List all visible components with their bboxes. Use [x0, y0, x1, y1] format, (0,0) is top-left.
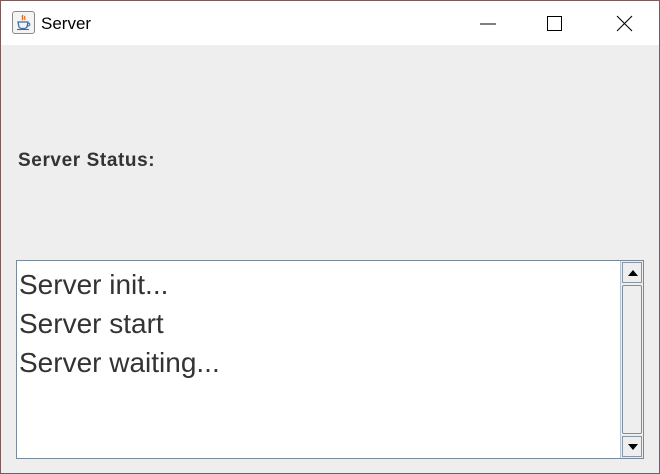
- window-title: Server: [41, 14, 92, 33]
- minimize-button[interactable]: [465, 1, 511, 45]
- arrow-up-icon: [628, 270, 638, 276]
- java-cup-icon[interactable]: [12, 11, 35, 34]
- scroll-down-button[interactable]: [622, 436, 642, 457]
- maximize-button[interactable]: [531, 1, 577, 45]
- server-log-textarea[interactable]: Server init... Server start Server waiti…: [16, 260, 644, 459]
- arrow-down-icon: [628, 444, 638, 450]
- log-line: Server waiting...: [19, 347, 220, 378]
- vertical-scrollbar[interactable]: [620, 261, 643, 458]
- scroll-up-button[interactable]: [622, 262, 642, 283]
- server-status-label: Server Status:: [18, 150, 156, 171]
- minimize-icon: [480, 23, 496, 25]
- server-window: Server Server Status: Server init... Ser…: [0, 0, 660, 474]
- log-line: Server init...: [19, 269, 169, 300]
- close-button[interactable]: [601, 1, 647, 45]
- maximize-icon: [547, 16, 562, 31]
- log-lines: Server init... Server start Server waiti…: [19, 265, 619, 382]
- close-icon: [616, 15, 633, 32]
- scroll-thumb[interactable]: [622, 285, 642, 434]
- log-line: Server start: [19, 308, 164, 339]
- title-bar[interactable]: Server: [1, 1, 659, 45]
